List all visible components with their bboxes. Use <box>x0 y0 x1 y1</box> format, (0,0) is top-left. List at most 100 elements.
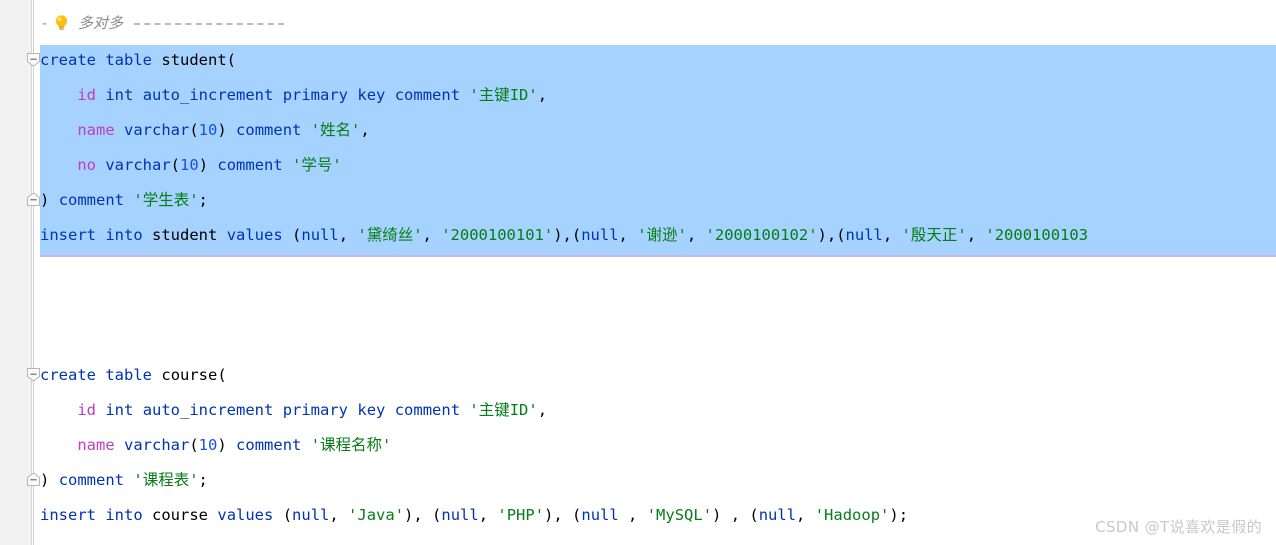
code-line[interactable]: create table student( <box>40 47 236 73</box>
code-token: primary <box>282 401 349 419</box>
code-token: , <box>338 226 358 244</box>
fold-collapse-icon[interactable] <box>26 52 41 67</box>
code-line[interactable]: name varchar(10) comment '姓名', <box>40 117 369 143</box>
code-token: comment <box>58 191 125 209</box>
code-token: '姓名' <box>310 121 361 139</box>
code-token: key <box>357 86 386 104</box>
code-token: , <box>618 226 638 244</box>
code-token: insert <box>40 226 96 244</box>
lightbulb-icon[interactable] <box>54 14 69 32</box>
code-token: comment <box>236 436 302 454</box>
code-token: '主键ID' <box>469 401 538 419</box>
code-line[interactable]: insert into course values (null, 'Java')… <box>40 502 908 528</box>
code-token: null <box>758 506 797 524</box>
code-token: create <box>40 366 96 384</box>
code-token: table <box>105 51 153 69</box>
code-token: ) <box>217 121 227 139</box>
code-line[interactable]: id int auto_increment primary key commen… <box>40 397 547 423</box>
code-line[interactable]: ) comment '学生表'; <box>40 187 208 213</box>
code-token: , <box>329 506 349 524</box>
code-token: ) <box>40 191 50 209</box>
code-token: varchar <box>105 156 171 174</box>
code-line[interactable]: name varchar(10) comment '课程名称' <box>40 432 391 458</box>
code-token: null <box>292 506 330 524</box>
code-token: comment <box>236 121 302 139</box>
code-token: '谢逊' <box>637 226 687 244</box>
code-line[interactable]: no varchar(10) comment '学号' <box>40 152 341 178</box>
code-token: ) <box>217 436 227 454</box>
code-token: ), ( <box>544 506 582 524</box>
fold-region-end-icon[interactable] <box>26 472 41 487</box>
code-token: , <box>537 86 548 104</box>
code-token: '2000100101' <box>441 226 554 244</box>
code-token: values <box>226 226 283 244</box>
code-token: course( <box>161 366 227 384</box>
code-token: 10 <box>180 156 199 174</box>
code-token: table <box>105 366 153 384</box>
code-token: '课程表' <box>133 471 199 489</box>
code-token: name <box>77 436 115 454</box>
code-token: '课程名称' <box>310 436 392 454</box>
code-token: insert <box>40 506 96 524</box>
code-token: ; <box>198 191 208 209</box>
code-token: ), ( <box>404 506 442 524</box>
code-token: ); <box>889 506 909 524</box>
code-token: comment <box>394 401 461 419</box>
code-token: int <box>105 86 134 104</box>
annotation-label: 多对多 <box>78 14 124 32</box>
code-line[interactable]: insert into student values (null, '黛绮丝',… <box>40 222 1088 248</box>
code-line[interactable]: ) comment '课程表'; <box>40 467 208 493</box>
fold-region-end-icon[interactable] <box>26 192 41 207</box>
code-token: null <box>581 226 619 244</box>
code-token: , <box>882 226 902 244</box>
fold-collapse-icon[interactable] <box>26 367 41 382</box>
code-token: student <box>152 226 218 244</box>
editor-gutter[interactable] <box>0 0 32 545</box>
code-token: key <box>357 401 386 419</box>
code-token: , <box>686 226 706 244</box>
code-token: , <box>618 506 647 524</box>
code-token: '2000100103 <box>985 226 1089 244</box>
code-line[interactable]: create table course( <box>40 362 227 388</box>
intention-annotation[interactable]: - 多对多 <box>40 11 285 35</box>
code-token: ( <box>282 506 293 524</box>
code-token: varchar <box>124 121 190 139</box>
code-token: student( <box>161 51 237 69</box>
code-token: primary <box>282 86 349 104</box>
code-token: ) <box>40 471 50 489</box>
code-token: ) , ( <box>712 506 759 524</box>
code-token: auto_increment <box>142 86 274 104</box>
code-token: comment <box>58 471 125 489</box>
code-token: '主键ID' <box>469 86 538 104</box>
csdn-watermark: CSDN @T说喜欢是假的 <box>1095 518 1262 536</box>
code-token: null <box>845 226 883 244</box>
code-token: '黛绮丝' <box>357 226 423 244</box>
code-token: '学生表' <box>133 191 199 209</box>
sql-code-editor[interactable]: - 多对多 create table student( id int auto_… <box>0 0 1276 545</box>
code-line[interactable]: id int auto_increment primary key commen… <box>40 82 547 108</box>
